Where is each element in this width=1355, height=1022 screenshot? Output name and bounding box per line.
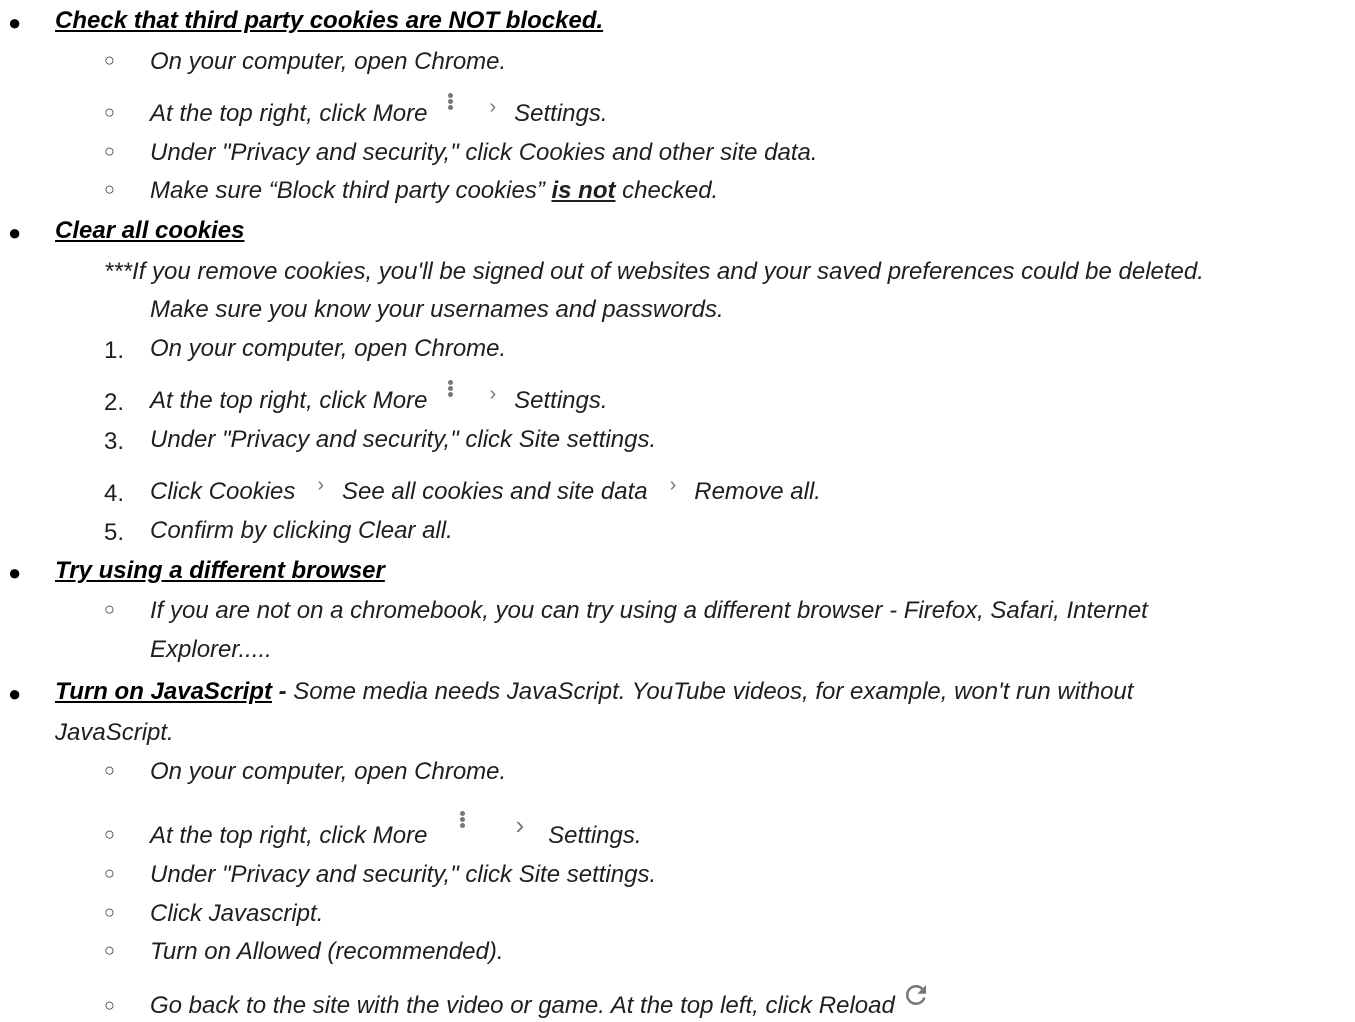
section-heading-different-browser: Try using a different browser (55, 556, 385, 586)
item-text: Remove all. (694, 478, 821, 505)
item-text: See all cookies and site data (342, 478, 648, 505)
list-item: Under "Privacy and security," click Site… (150, 426, 657, 453)
list-item: Confirm by clicking Clear all. (150, 517, 453, 544)
heading-text: Clear all cookies (55, 217, 245, 244)
bullet: ● (8, 560, 22, 585)
sub-bullet: ○ (104, 902, 115, 922)
sub-bullet: ○ (104, 141, 115, 161)
list-item: On your computer, open Chrome. (150, 335, 507, 362)
list-number: 2. (104, 389, 125, 416)
list-item: Under "Privacy and security," click Site… (150, 861, 657, 888)
list-item-continued: Explorer..... (150, 636, 272, 663)
section-heading-clear-cookies: Clear all cookies (55, 216, 244, 246)
sub-bullet: ○ (104, 50, 115, 70)
more-vert-icon (455, 810, 469, 840)
list-number: 4. (104, 480, 125, 507)
section-heading-javascript: Turn on JavaScript - Some media needs Ja… (55, 677, 1133, 707)
list-item: On your computer, open Chrome. (150, 48, 507, 75)
chevron-right-icon: › (669, 473, 677, 496)
item-text: Go back to the site with the video or ga… (150, 992, 895, 1019)
item-text: At the top right, click More (150, 100, 428, 127)
item-text: Settings. (514, 100, 608, 127)
bullet: ● (8, 10, 22, 35)
heading-text: Check that third party cookies are NOT b… (55, 7, 604, 34)
sub-bullet: ○ (104, 760, 115, 780)
sub-bullet: ○ (104, 863, 115, 883)
chevron-right-icon: › (489, 95, 497, 118)
heading-text: Try using a different browser (55, 557, 385, 584)
list-number: 3. (104, 428, 125, 455)
list-item: Make sure “Block third party cookies” is… (150, 176, 718, 206)
more-vert-icon (443, 92, 457, 122)
warning-note: ***If you remove cookies, you'll be sign… (104, 258, 1204, 285)
heading-description-continued: JavaScript. (55, 719, 174, 746)
sub-bullet: ○ (104, 995, 115, 1015)
heading-description: Some media needs JavaScript. YouTube vid… (293, 678, 1134, 705)
chevron-right-icon: › (317, 473, 325, 496)
emphasis-text: is not (551, 177, 616, 204)
list-item: At the top right, click More › Settings. (150, 810, 642, 852)
more-vert-icon (443, 379, 457, 409)
sub-bullet: ○ (104, 102, 115, 122)
chevron-right-icon: › (489, 382, 497, 405)
item-text: At the top right, click More (150, 387, 428, 414)
list-number: 1. (104, 337, 125, 364)
list-item: At the top right, click More › Settings. (150, 92, 608, 130)
item-text: Make sure “Block third party cookies” (150, 177, 545, 204)
list-item: Click Cookies › See all cookies and site d… (150, 474, 821, 508)
item-text: At the top right, click More (150, 822, 428, 849)
list-number: 5. (104, 519, 125, 546)
list-item: At the top right, click More › Settings. (150, 379, 608, 417)
sub-bullet: ○ (104, 940, 115, 960)
bullet: ● (8, 681, 22, 706)
sub-bullet: ○ (104, 179, 115, 199)
list-item: Click Javascript. (150, 900, 324, 927)
list-item: Turn on Allowed (recommended). (150, 938, 504, 965)
item-text: Click Cookies (150, 478, 296, 505)
section-heading-cookies-blocked: Check that third party cookies are NOT b… (55, 6, 603, 36)
list-item: On your computer, open Chrome. (150, 758, 507, 785)
warning-note: Make sure you know your usernames and pa… (150, 296, 724, 323)
list-item: If you are not on a chromebook, you can … (150, 597, 1148, 624)
item-text: checked. (622, 177, 719, 204)
item-text: Settings. (514, 387, 608, 414)
item-text: Settings. (548, 822, 642, 849)
bullet: ● (8, 220, 22, 245)
list-item: Go back to the site with the video or ga… (150, 984, 931, 1022)
separator: - (271, 678, 294, 705)
reload-icon (905, 984, 926, 1005)
list-item: Under "Privacy and security," click Cook… (150, 139, 818, 166)
chevron-right-icon: › (515, 809, 525, 840)
sub-bullet: ○ (104, 599, 115, 619)
heading-text: Turn on JavaScript (55, 678, 272, 705)
sub-bullet: ○ (104, 824, 115, 844)
